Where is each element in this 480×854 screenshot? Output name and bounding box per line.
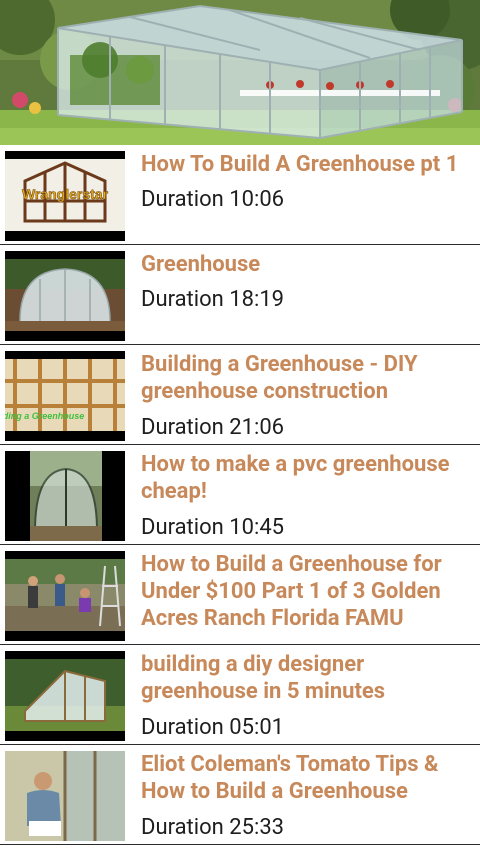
video-title[interactable]: Eliot Coleman's Tomato Tips & How to Bui… [141, 751, 474, 805]
video-duration: Duration 21:06 [141, 415, 285, 440]
video-title[interactable]: How to make a pvc greenhouse cheap! [141, 451, 474, 505]
man-in-greenhouse-thumbnail [5, 751, 125, 841]
video-duration: Duration 25:33 [141, 815, 285, 840]
video-list-item[interactable]: Wranglerstar How To Build A Greenhouse p… [0, 145, 480, 245]
video-duration: Duration 10:06 [141, 187, 285, 212]
hoop-greenhouse-thumbnail [5, 251, 125, 341]
video-list-item[interactable]: Building a Greenhouse Building a Greenho… [0, 345, 480, 445]
video-title[interactable]: building a diy designer greenhouse in 5 … [141, 651, 474, 705]
thumb-text: Building a Greenhouse [5, 411, 84, 421]
wood-greenhouse-thumbnail: Building a Greenhouse [5, 351, 125, 441]
video-title[interactable]: Greenhouse [141, 251, 474, 278]
designer-greenhouse-thumbnail [5, 651, 125, 741]
greenhouse-banner-image [0, 0, 480, 145]
video-duration: Duration 10:45 [141, 515, 285, 540]
greenhouse-frame-thumbnail: Wranglerstar [5, 151, 125, 241]
video-list-item[interactable]: Greenhouse Duration 18:19 [0, 245, 480, 345]
screen: Wranglerstar How To Build A Greenhouse p… [0, 0, 480, 854]
outdoor-workers-thumbnail [5, 551, 125, 641]
video-list-item[interactable]: How to Build a Greenhouse for Under $100… [0, 545, 480, 645]
video-list-item[interactable]: building a diy designer greenhouse in 5 … [0, 645, 480, 745]
thumb-text: Wranglerstar [22, 186, 109, 202]
video-title[interactable]: How to Build a Greenhouse for Under $100… [141, 551, 474, 632]
video-list-item[interactable]: Eliot Coleman's Tomato Tips & How to Bui… [0, 745, 480, 845]
video-duration: Duration 18:19 [141, 287, 285, 312]
video-list-item[interactable]: How to make a pvc greenhouse cheap! Dura… [0, 445, 480, 545]
banner-illustration [0, 0, 480, 145]
pvc-greenhouse-thumbnail [5, 451, 125, 541]
video-duration: Duration 05:01 [141, 715, 285, 740]
video-list: Wranglerstar How To Build A Greenhouse p… [0, 145, 480, 845]
video-title[interactable]: How To Build A Greenhouse pt 1 [141, 151, 474, 178]
video-title[interactable]: Building a Greenhouse - DIY greenhouse c… [141, 351, 474, 405]
